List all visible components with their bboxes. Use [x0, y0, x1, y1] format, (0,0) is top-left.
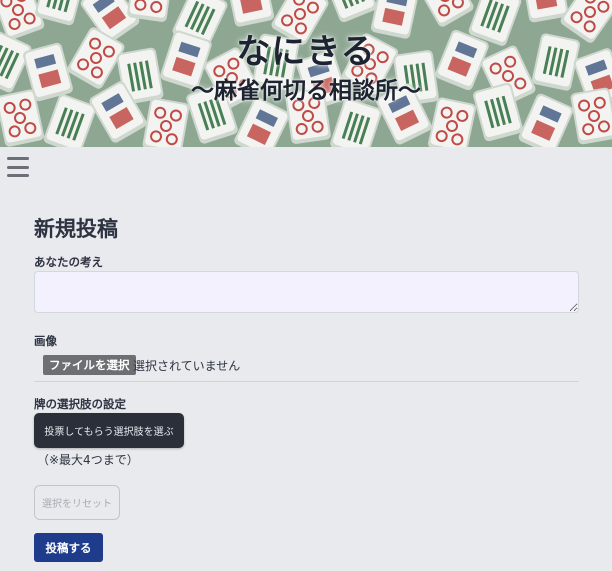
thoughts-label: あなたの考え [34, 255, 103, 269]
thoughts-textarea[interactable] [34, 271, 579, 313]
page-title: 新規投稿 [34, 217, 118, 241]
submit-post-button[interactable]: 投稿する [34, 533, 103, 562]
menu-bar [7, 165, 29, 169]
hamburger-menu-icon[interactable] [7, 157, 29, 177]
site-subtitle: 〜麻雀何切る相談所〜 [191, 78, 421, 104]
reset-selection-button: 選択をリセット [34, 485, 120, 520]
menu-bar [7, 174, 29, 177]
choices-label: 牌の選択肢の設定 [34, 397, 126, 411]
limit-note: （※最大4つまで） [37, 453, 139, 467]
image-label: 画像 [34, 334, 57, 348]
hero-banner: なにきる 〜麻雀何切る相談所〜 [0, 0, 612, 147]
choose-file-button[interactable]: ファイルを選択 [43, 355, 136, 375]
site-title: なにきる [236, 32, 376, 72]
choose-options-button[interactable]: 投票してもらう選択肢を選ぶ [34, 413, 184, 448]
menu-bar [7, 157, 29, 160]
image-file-input[interactable]: ファイルを選択 選択されていません [34, 352, 579, 382]
file-status-text: 選択されていません [133, 359, 241, 373]
